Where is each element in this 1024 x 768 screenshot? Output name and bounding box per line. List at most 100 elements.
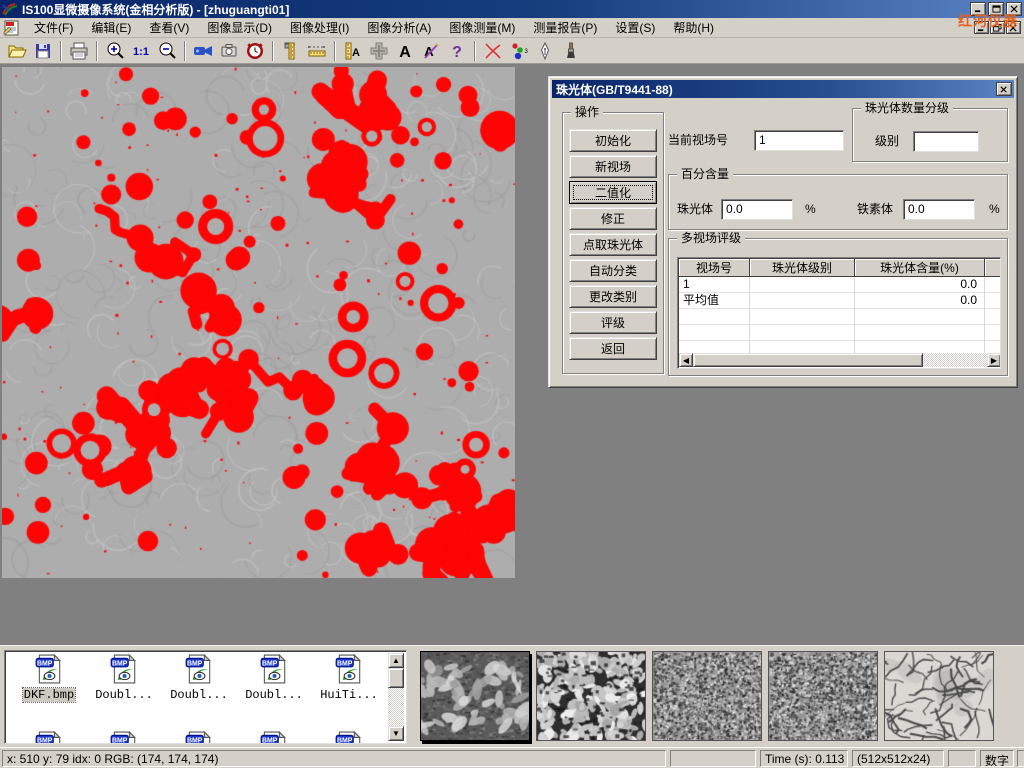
file-item[interactable]: BMP [240,731,308,744]
file-item[interactable]: BMP [90,731,158,744]
maximize-button[interactable] [988,2,1004,16]
op-button-8[interactable]: 评级 [569,311,657,334]
close-button[interactable] [1006,2,1022,16]
file-item[interactable]: BMPDoubl... [240,654,308,702]
op-button-4[interactable]: 修正 [569,207,657,230]
curve-tool-icon[interactable] [480,39,506,63]
grade-label: 级别 [875,131,899,152]
scroll-right-icon[interactable]: ▶ [987,353,1001,367]
pearlite-input[interactable]: 0.0 [721,199,793,220]
print-icon[interactable] [66,39,92,63]
menu-item-5[interactable]: 图像处理(I) [281,17,358,38]
op-button-6[interactable]: 自动分类 [569,259,657,282]
hscroll-track[interactable] [923,353,987,367]
menu-item-8[interactable]: 测量报告(P) [524,17,606,38]
metallograph-image-binarized[interactable] [2,67,515,578]
measure-label-icon[interactable]: A [340,39,366,63]
toolbar-separator [60,41,62,61]
help-icon[interactable]: ? [444,39,470,63]
op-button-2[interactable]: 新视场 [569,155,657,178]
op-button-5[interactable]: 点取珠光体 [569,233,657,256]
table-row[interactable] [679,325,1001,341]
file-item[interactable]: BMPDoubl... [165,654,233,702]
vscroll-thumb[interactable] [388,668,404,688]
table-hscrollbar[interactable]: ◀ ▶ [679,353,1001,367]
ferrite-input[interactable]: 0.0 [903,199,975,220]
file-name[interactable]: Doubl... [94,688,154,702]
file-item[interactable]: BMP [315,731,383,744]
status-empty-3 [1017,750,1024,767]
brush-tool-icon[interactable] [558,39,584,63]
multifield-group: 多视场评级 视场号珠光体级别珠光体含量(%)铁素体含量(%) 10.0平均值0.… [668,238,1008,376]
thumb-2[interactable] [536,651,646,741]
file-item[interactable]: BMP [15,731,83,744]
open-icon[interactable] [4,39,30,63]
file-name[interactable]: Doubl... [244,688,304,702]
thumb-1[interactable] [420,651,530,741]
dialog-close-button[interactable] [996,82,1012,96]
video-camera-icon[interactable] [190,39,216,63]
op-button-7[interactable]: 更改类别 [569,285,657,308]
table-cell: 0.0 [855,293,985,309]
menu-item-7[interactable]: 图像测量(M) [440,17,524,38]
save-icon[interactable] [30,39,56,63]
actual-size-icon[interactable]: 1:1 [128,39,154,63]
file-name[interactable]: HuiTi... [319,688,379,702]
timer-clock-icon[interactable] [242,39,268,63]
menu-item-2[interactable]: 编辑(E) [82,17,140,38]
table-column-header[interactable]: 珠光体含量(%) [855,259,985,277]
thumb-3[interactable] [652,651,762,741]
dialog-title-bar[interactable]: 珠光体(GB/T9441-88) [552,80,1014,98]
child-close-button[interactable] [1006,21,1021,34]
menu-item-1[interactable]: 文件(F) [25,17,82,38]
file-item[interactable]: BMPDoubl... [90,654,158,702]
zoom-out-icon[interactable] [154,39,180,63]
file-name[interactable]: Doubl... [169,688,229,702]
table-row[interactable]: 10.0 [679,277,1001,293]
op-button-9[interactable]: 返回 [569,337,657,360]
menu-item-3[interactable]: 查看(V) [140,17,198,38]
scroll-up-icon[interactable]: ▲ [388,653,404,668]
file-item[interactable]: BMPHuiTi... [315,654,383,702]
grid-cross-icon[interactable] [366,39,392,63]
op-button-1[interactable]: 初始化 [569,129,657,152]
annotate-pencil-icon[interactable]: A [418,39,444,63]
menu-item-10[interactable]: 帮助(H) [664,17,723,38]
snapshot-camera-icon[interactable] [216,39,242,63]
ruler-horizontal-icon[interactable] [304,39,330,63]
current-field-input[interactable]: 1 [754,130,844,151]
table-column-header[interactable]: 珠光体级别 [750,259,855,277]
document-icon[interactable] [3,20,21,36]
zoom-in-icon[interactable] [102,39,128,63]
menu-items: 文件(F)编辑(E)查看(V)图像显示(D)图像处理(I)图像分析(A)图像测量… [25,17,723,38]
hscroll-thumb[interactable] [693,353,923,367]
op-button-3[interactable]: 二值化 [569,181,657,204]
menu-item-4[interactable]: 图像显示(D) [198,17,281,38]
file-item[interactable]: BMP [165,731,233,744]
file-vscrollbar[interactable]: ▲ ▼ [388,653,404,741]
table-row[interactable] [679,309,1001,325]
menu-item-9[interactable]: 设置(S) [606,17,664,38]
status-empty-1 [670,750,756,767]
count-markers-icon[interactable]: 3 [506,39,532,63]
table-column-header[interactable]: 视场号 [679,259,750,277]
thumb-5[interactable] [884,651,994,741]
minimize-button[interactable] [970,2,986,16]
scroll-left-icon[interactable]: ◀ [679,353,693,367]
file-item[interactable]: BMPDKF.bmp [15,654,83,702]
child-restore-button[interactable] [990,21,1005,34]
svg-text:1:1: 1:1 [133,46,149,58]
scroll-down-icon[interactable]: ▼ [388,726,404,741]
rating-table[interactable]: 视场号珠光体级别珠光体含量(%)铁素体含量(%) 10.0平均值0.0 ◀ ▶ [677,257,1001,369]
table-column-header[interactable]: 铁素体含量(%) [985,259,1001,277]
grade-input[interactable] [913,131,979,152]
table-row[interactable]: 平均值0.0 [679,293,1001,309]
child-minimize-button[interactable] [974,21,989,34]
pen-tool-icon[interactable] [532,39,558,63]
text-label-icon[interactable]: A [392,39,418,63]
caliper-vertical-icon[interactable] [278,39,304,63]
menu-item-6[interactable]: 图像分析(A) [358,17,440,38]
file-name[interactable]: DKF.bmp [23,688,75,702]
thumb-4[interactable] [768,651,878,741]
bmp-file-icon: BMP [184,673,214,687]
